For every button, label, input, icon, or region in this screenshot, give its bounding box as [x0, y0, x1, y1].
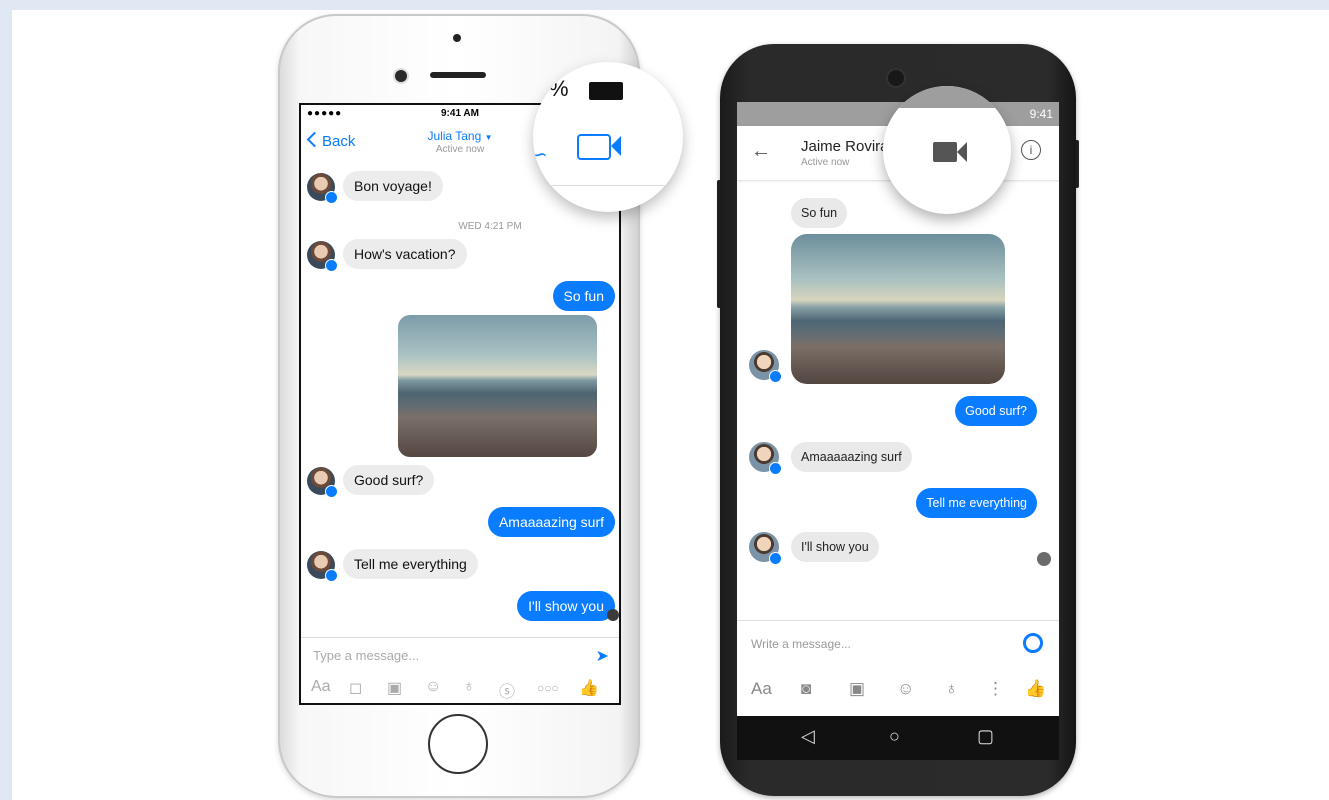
messenger-badge-icon: [325, 191, 338, 204]
mic-icon[interactable]: ♁: [463, 678, 475, 696]
more-icon[interactable]: ○○○: [537, 681, 559, 695]
messenger-badge-icon: [325, 259, 338, 272]
avatar: [749, 442, 782, 475]
gallery-icon[interactable]: ▣: [387, 678, 402, 698]
camera-icon[interactable]: ◻: [349, 678, 362, 698]
avatar: [307, 173, 338, 204]
messenger-badge-icon: [325, 569, 338, 582]
info-icon[interactable]: i: [1021, 140, 1041, 160]
camera-icon[interactable]: ◙: [801, 679, 811, 699]
contact-name[interactable]: Jaime Rovira: [801, 138, 889, 155]
emoji-icon[interactable]: ☺: [897, 679, 914, 699]
location-icon[interactable]: [1023, 633, 1043, 653]
zoom-callout-video-icon: % ∽: [533, 62, 683, 212]
status-bar-zoomed: [883, 86, 1011, 108]
seen-avatar: [1037, 552, 1051, 566]
composer-toolbar: Aa ◻ ▣ ☺ ♁ ⓢ ○○○ 👍: [301, 678, 619, 702]
nav-recents-icon[interactable]: ▢: [977, 726, 994, 747]
contact-name-text: Julia Tang: [427, 129, 482, 143]
video-call-icon[interactable]: [577, 134, 611, 160]
avatar: [307, 241, 338, 272]
message-bubble-in: Bon voyage!: [343, 171, 443, 201]
more-icon[interactable]: ⋮: [987, 679, 1004, 699]
messenger-badge-icon: [769, 370, 782, 383]
message-bubble-in: Good surf?: [343, 465, 435, 495]
messenger-badge-icon: [769, 462, 782, 475]
video-call-icon-lens: [611, 136, 621, 156]
like-icon[interactable]: 👍: [1025, 679, 1046, 699]
messenger-badge-icon: [325, 485, 338, 498]
iphone-front-camera: [395, 70, 407, 82]
android-screen: 9:41 ← Jaime Rovira Active now i So fun …: [737, 102, 1059, 716]
arrow-left-icon[interactable]: ←: [751, 140, 771, 163]
send-icon[interactable]: ➤: [596, 646, 609, 666]
message-bubble-in: How's vacation?: [343, 239, 467, 269]
active-status: Active now: [801, 157, 850, 168]
video-call-icon[interactable]: [933, 142, 957, 162]
iphone-speaker: [430, 72, 486, 78]
composer: Type a message... ➤ Aa ◻ ▣ ☺ ♁ ⓢ ○○○ 👍: [301, 637, 619, 703]
avatar: [307, 551, 338, 582]
message-bubble-out: Amaaaazing surf: [487, 507, 615, 537]
message-bubble-in: Amaaaaazing surf: [791, 442, 912, 472]
composer: Write a message... Aa ◙ ▣ ☺ ♁ ⋮ 👍: [737, 620, 1059, 715]
message-bubble-out: Good surf?: [955, 396, 1037, 426]
text-format-button[interactable]: Aa: [751, 679, 772, 699]
message-bubble-in: Tell me everything: [343, 549, 478, 579]
seen-avatar: [607, 609, 619, 621]
iphone-camera-dot: [453, 34, 461, 42]
shared-photo[interactable]: [791, 234, 1005, 384]
message-bubble-out: Tell me everything: [916, 488, 1037, 518]
image-icon[interactable]: ▣: [849, 679, 865, 699]
message-input[interactable]: Type a message...: [313, 648, 419, 663]
messenger-badge-icon: [769, 552, 782, 565]
message-bubble-out: I'll show you: [517, 591, 615, 621]
avatar: [749, 350, 782, 383]
android-speaker: [886, 68, 906, 88]
mic-icon[interactable]: ♁: [945, 679, 958, 699]
emoji-icon[interactable]: ☺: [425, 678, 441, 696]
nav-back-icon[interactable]: ◁: [801, 726, 815, 747]
nav-home-icon[interactable]: ○: [889, 726, 900, 747]
payment-icon[interactable]: ⓢ: [499, 678, 515, 702]
composer-toolbar: Aa ◙ ▣ ☺ ♁ ⋮ 👍: [737, 679, 1059, 703]
text-format-button[interactable]: Aa: [311, 678, 331, 696]
zoom-callout-video-icon: [883, 86, 1011, 214]
battery-icon: [589, 82, 623, 100]
message-input[interactable]: Write a message...: [751, 637, 851, 651]
message-bubble-out: So fun: [552, 281, 615, 311]
divider: [533, 185, 683, 186]
battery-percent: %: [549, 76, 569, 101]
message-bubble-in: I'll show you: [791, 532, 879, 562]
shared-photo[interactable]: [398, 315, 597, 457]
like-icon[interactable]: 👍: [579, 678, 599, 698]
status-time: 9:41: [1029, 107, 1053, 121]
video-call-icon-lens: [957, 142, 967, 162]
avatar: [749, 532, 782, 565]
call-icon: ∽: [533, 144, 548, 166]
message-bubble-in: So fun: [791, 198, 848, 228]
avatar: [307, 467, 338, 498]
home-button[interactable]: [428, 714, 488, 774]
android-nav-bar: ◁ ○ ▢: [737, 716, 1059, 760]
timestamp: WED 4:21 PM: [458, 221, 522, 232]
caret-down-icon: ▼: [484, 133, 493, 142]
